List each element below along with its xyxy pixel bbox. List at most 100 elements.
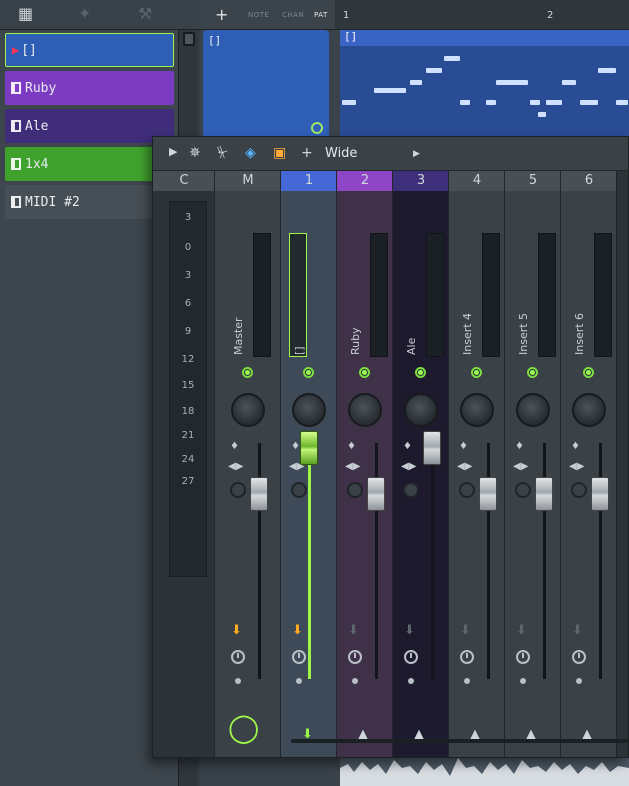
latency-clock-icon[interactable]: [572, 650, 586, 664]
tab-note[interactable]: NOTE: [248, 11, 269, 19]
track-item[interactable]: 1x4: [5, 147, 174, 181]
stereo-separation-icon[interactable]: ♦: [403, 441, 412, 452]
insert-strip[interactable]: 3 Ale ♦ ◀▶ ⬇ ▲: [393, 171, 449, 757]
mute-led[interactable]: [471, 367, 482, 378]
pin-icon[interactable]: ⏧: [217, 145, 228, 161]
volume-fader[interactable]: [423, 431, 441, 465]
mute-led[interactable]: [359, 367, 370, 378]
wrench-icon[interactable]: ⚒: [138, 4, 152, 23]
volume-fader[interactable]: [250, 477, 268, 511]
menu-arrow-icon[interactable]: ▶: [169, 145, 177, 158]
volume-fader[interactable]: [367, 477, 385, 511]
latency-clock-icon[interactable]: [292, 650, 306, 664]
insert-strip[interactable]: 4 Insert 4 ♦ ◀▶ ⬇ ▲: [449, 171, 505, 757]
magic-icon[interactable]: ✦: [78, 4, 91, 23]
insert-strip[interactable]: 5 Insert 5 ♦ ◀▶ ⬇ ▲: [505, 171, 561, 757]
strip-number[interactable]: 6: [561, 171, 617, 191]
strip-number[interactable]: C: [153, 171, 215, 191]
pan-knob[interactable]: [292, 393, 326, 427]
pan-knob[interactable]: [572, 393, 606, 427]
stereo-separation-icon[interactable]: ♦: [347, 441, 356, 452]
record-arm-icon[interactable]: ⬇: [348, 623, 359, 638]
volume-fader[interactable]: [300, 431, 318, 465]
piano-roll-icon[interactable]: ▦: [18, 4, 33, 23]
insert-strip[interactable]: 6 Insert 6 ♦ ◀▶ ⬇ ▲: [561, 171, 617, 757]
strip-number[interactable]: M: [215, 171, 281, 191]
track-label: Ruby: [25, 80, 57, 96]
current-strip[interactable]: C: [153, 171, 215, 757]
tab-pat[interactable]: PAT: [314, 11, 328, 19]
pattern-block[interactable]: []: [203, 30, 329, 138]
stereo-knob[interactable]: [571, 482, 587, 498]
master-strip[interactable]: M Master ♦ ◀▶ ⬇ ◯: [215, 171, 281, 757]
pan-knob[interactable]: [404, 393, 438, 427]
tab-chan[interactable]: CHAN: [282, 11, 304, 19]
swap-channels-icon[interactable]: ◀▶: [513, 461, 528, 472]
mute-led[interactable]: [303, 367, 314, 378]
mixer-mode-label[interactable]: Wide: [325, 146, 357, 161]
pan-knob[interactable]: [348, 393, 382, 427]
track-item[interactable]: ▶ []: [5, 33, 174, 67]
track-item[interactable]: Ruby: [5, 71, 174, 105]
record-arm-icon[interactable]: ⬇: [516, 623, 527, 638]
panel-icon[interactable]: ▣: [273, 145, 286, 161]
insert-strip[interactable]: 1[] ♦ ◀▶ ⬇ ⬇: [281, 171, 337, 757]
pan-knob[interactable]: [460, 393, 494, 427]
strip-number[interactable]: 1: [281, 171, 337, 191]
latency-clock-icon[interactable]: [516, 650, 530, 664]
stereo-knob[interactable]: [291, 482, 307, 498]
pan-knob[interactable]: [231, 393, 265, 427]
stereo-knob[interactable]: [347, 482, 363, 498]
mute-led[interactable]: [527, 367, 538, 378]
timeline-ruler[interactable]: 1 2: [335, 0, 629, 30]
strip-number[interactable]: 2: [337, 171, 393, 191]
stereo-separation-icon[interactable]: ♦: [459, 441, 468, 452]
stereo-knob[interactable]: [515, 482, 531, 498]
stereo-knob[interactable]: [403, 482, 419, 498]
swap-channels-icon[interactable]: ◀▶: [345, 461, 360, 472]
record-arm-icon[interactable]: ⬇: [460, 623, 471, 638]
bird-icon[interactable]: ✵: [189, 145, 201, 161]
strip-name[interactable]: Insert 6: [573, 313, 628, 355]
strip-number[interactable]: 5: [505, 171, 561, 191]
track-item[interactable]: Ale: [5, 109, 174, 143]
swap-channels-icon[interactable]: ◀▶: [569, 461, 584, 472]
mixer-scrollbar[interactable]: [291, 739, 628, 743]
wide-strip-icon[interactable]: ◈: [245, 145, 256, 161]
latency-clock-icon[interactable]: [348, 650, 362, 664]
pan-knob[interactable]: [516, 393, 550, 427]
mute-led[interactable]: [415, 367, 426, 378]
latency-clock-icon[interactable]: [231, 650, 245, 664]
stereo-separation-icon[interactable]: ♦: [230, 441, 239, 452]
scroll-knob[interactable]: [183, 32, 195, 46]
volume-fader[interactable]: [479, 477, 497, 511]
add-icon[interactable]: +: [301, 145, 313, 161]
pattern-toggle-icon[interactable]: [311, 122, 323, 134]
stereo-separation-icon[interactable]: ♦: [515, 441, 524, 452]
master-output-knob[interactable]: ◯: [228, 711, 259, 744]
stereo-separation-icon[interactable]: ♦: [571, 441, 580, 452]
pattern-clip[interactable]: []: [340, 30, 629, 138]
volume-fader[interactable]: [535, 477, 553, 511]
add-pattern-icon[interactable]: +: [215, 5, 228, 24]
record-arm-icon[interactable]: ⬇: [404, 623, 415, 638]
mute-led[interactable]: [583, 367, 594, 378]
track-item[interactable]: MIDI #2: [5, 185, 174, 219]
strip-number[interactable]: 4: [449, 171, 505, 191]
chevron-right-icon[interactable]: ▶: [413, 149, 420, 159]
mute-led[interactable]: [242, 367, 253, 378]
latency-clock-icon[interactable]: [460, 650, 474, 664]
insert-strip[interactable]: 2 Ruby ♦ ◀▶ ⬇ ▲: [337, 171, 393, 757]
volume-fader[interactable]: [591, 477, 609, 511]
record-arm-icon[interactable]: ⬇: [572, 623, 583, 638]
record-arm-icon[interactable]: ⬇: [292, 623, 303, 638]
stereo-knob[interactable]: [230, 482, 246, 498]
stereo-separation-icon[interactable]: ♦: [291, 441, 300, 452]
stereo-knob[interactable]: [459, 482, 475, 498]
swap-channels-icon[interactable]: ◀▶: [228, 461, 243, 472]
swap-channels-icon[interactable]: ◀▶: [457, 461, 472, 472]
strip-number[interactable]: 3: [393, 171, 449, 191]
latency-clock-icon[interactable]: [404, 650, 418, 664]
record-arm-icon[interactable]: ⬇: [231, 623, 242, 638]
swap-channels-icon[interactable]: ◀▶: [401, 461, 416, 472]
